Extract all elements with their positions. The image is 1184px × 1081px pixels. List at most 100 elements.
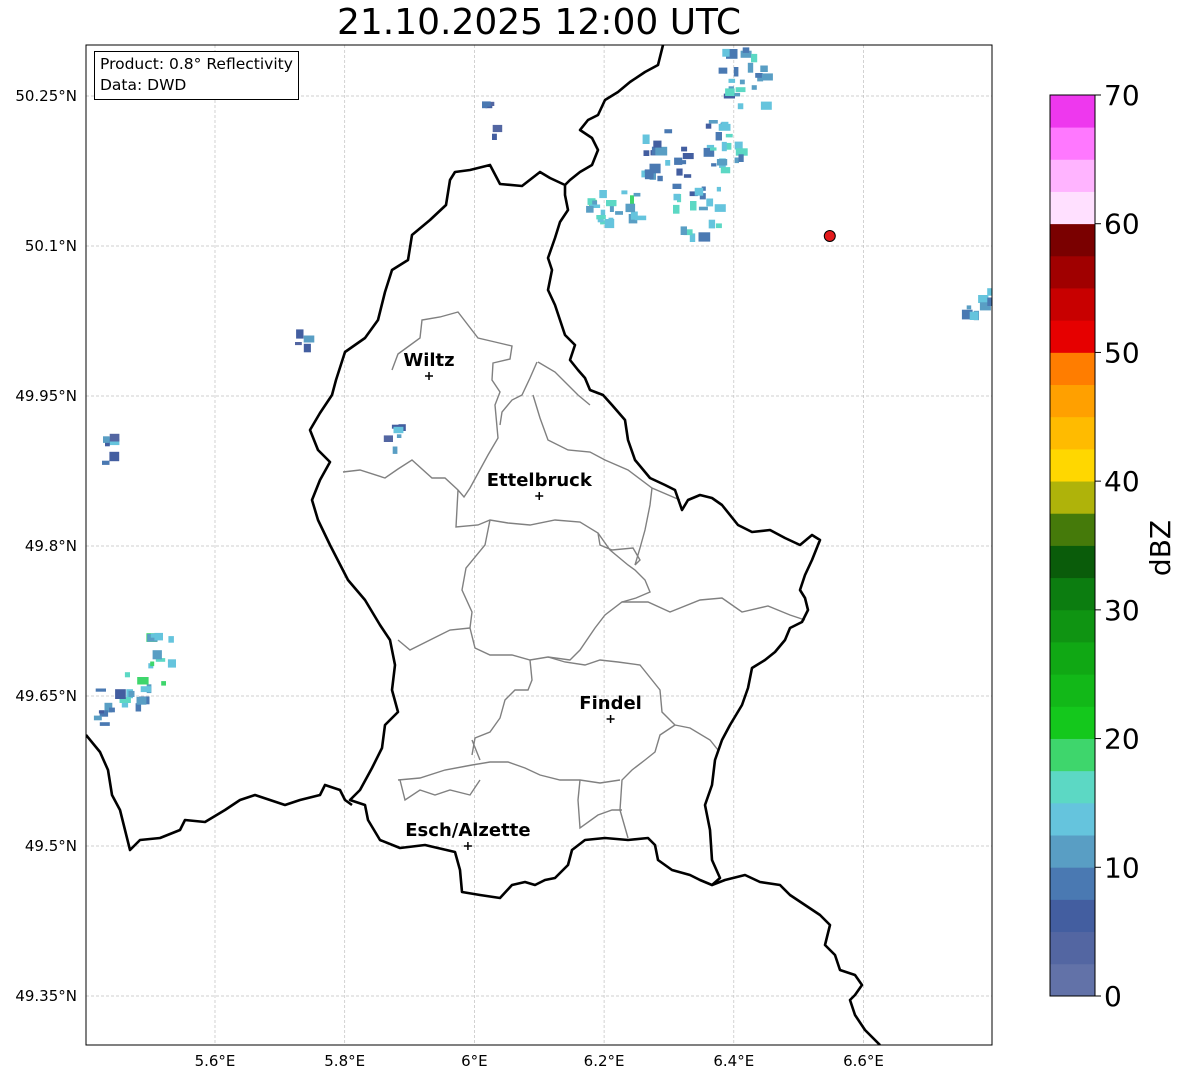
radar-echo-pixel — [681, 146, 688, 152]
radar-echo-pixel — [115, 689, 126, 699]
colorbar-segment — [1050, 481, 1095, 514]
radar-echo-pixel — [690, 201, 697, 211]
radar-echo-pixel — [392, 446, 398, 454]
radar-echo-pixel — [150, 661, 155, 667]
radar-echo-pixel — [715, 223, 722, 229]
lon-tick-label: 5.8°E — [324, 1052, 365, 1070]
colorbar-segment — [1050, 191, 1095, 225]
colorbar-segment — [1050, 642, 1095, 675]
radar-echo-pixel — [761, 73, 773, 81]
radar-echo-pixel — [95, 688, 106, 692]
radar-echo-pixel — [586, 205, 594, 213]
radar-echo-pixel — [755, 73, 763, 78]
radar-echo-pixel — [698, 206, 708, 211]
city-label: Esch/Alzette — [405, 820, 530, 841]
radar-echo-pixel — [109, 433, 120, 442]
radar-echo-pixel — [673, 204, 680, 214]
radar-echo-pixel — [644, 169, 654, 180]
radar-map: WiltzEttelbruckFindelEsch/Alzette 5.6°E 5… — [15, 44, 1177, 1070]
radar-echo-pixel — [722, 48, 730, 57]
radar-echo-pixel — [98, 710, 104, 714]
radar-echo-pixel — [728, 78, 736, 83]
radar-echo-pixel — [606, 200, 617, 207]
colorbar-tick-label: 50 — [1104, 336, 1140, 369]
radar-echo-pixel — [396, 434, 402, 438]
radar-echo-pixel — [161, 681, 166, 686]
radar-echo-pixel — [720, 167, 731, 174]
lat-tick-label: 49.5°N — [25, 837, 77, 855]
colorbar-segment — [1050, 127, 1095, 160]
radar-echo-pixel — [751, 85, 757, 90]
radar-echo-pixel — [621, 190, 628, 195]
colorbar-segment — [1050, 384, 1095, 418]
radar-echo-pixel — [718, 67, 728, 74]
radar-echo-pixel — [604, 219, 615, 229]
radar-echo-pixel — [683, 174, 692, 178]
lon-tick-label: 6.2°E — [584, 1052, 625, 1070]
radar-echo-pixel — [492, 133, 497, 140]
radar-echo-pixel — [643, 150, 650, 156]
lat-tick-label: 49.8°N — [25, 537, 77, 555]
radar-echo-pixel — [615, 211, 623, 215]
radar-echo-pixel — [674, 157, 683, 165]
radar-echo-pixel — [751, 53, 758, 63]
colorbar-segment — [1050, 95, 1095, 128]
radar-echo-pixel — [109, 707, 115, 713]
colorbar-tick-label: 0 — [1104, 980, 1122, 1013]
colorbar-segment — [1050, 159, 1095, 192]
lon-tick-label: 6°E — [461, 1052, 488, 1070]
radar-echo-pixel — [128, 690, 135, 697]
lat-tick-label: 49.65°N — [15, 687, 77, 705]
radar-echo-pixel — [987, 297, 992, 306]
radar-echo-pixel — [711, 163, 717, 167]
radar-echo-pixel — [716, 159, 728, 166]
radar-echo-pixel — [708, 219, 716, 229]
colorbar-segment — [1050, 899, 1095, 933]
radar-echo-pixel — [734, 157, 739, 164]
radar-echo-pixel — [725, 133, 733, 138]
colorbar-tick-label: 30 — [1104, 594, 1140, 627]
radar-echo-pixel — [625, 203, 636, 213]
radar-echo-pixel — [716, 186, 721, 192]
colorbar-tick-label: 10 — [1104, 851, 1140, 884]
lon-tick-label: 5.6°E — [195, 1052, 236, 1070]
colorbar-segment — [1050, 802, 1095, 836]
radar-echo-pixel — [303, 343, 311, 353]
radar-echo-pixel — [680, 226, 687, 235]
colorbar-label: dBZ — [1144, 520, 1177, 576]
colorbar-segment — [1050, 545, 1095, 579]
radar-echo-pixel — [698, 232, 711, 242]
radar-echo-pixel — [969, 311, 979, 320]
radar-echo-pixel — [710, 147, 717, 151]
radar-echo-pixel — [738, 154, 744, 162]
radar-echo-pixel — [634, 215, 647, 221]
colorbar-segment — [1050, 706, 1095, 739]
colorbar-segment — [1050, 931, 1095, 965]
colorbar-tick-label: 20 — [1104, 723, 1140, 756]
latitude-ticks: 50.25°N 50.1°N 49.95°N 49.8°N 49.65°N 49.5°N 4… — [15, 87, 77, 1005]
colorbar-segment — [1050, 288, 1095, 321]
radar-echo-pixel — [721, 141, 727, 152]
radar-echo-pixel — [168, 636, 174, 643]
radar-echo-pixel — [714, 204, 726, 212]
radar-echo-pixel — [630, 195, 634, 205]
product-info-box: Product: 0.8° Reflectivity Data: DWD — [94, 51, 299, 100]
radar-echo-pixel — [721, 121, 729, 127]
radar-echo-pixel — [694, 187, 704, 196]
radar-echo-pixel — [93, 715, 102, 721]
radar-echo-pixel — [978, 295, 989, 303]
radar-echo-pixel — [154, 632, 163, 641]
colorbar-segment — [1050, 963, 1095, 997]
colorbar-segment — [1050, 674, 1095, 707]
radar-echo-pixel — [673, 193, 681, 201]
lat-tick-label: 50.25°N — [15, 87, 77, 105]
city-label: Findel — [579, 693, 642, 714]
radar-echo-pixel — [706, 198, 714, 207]
radar-echo-pixel — [633, 192, 641, 197]
radar-echo-pixel — [596, 215, 606, 220]
radar-echo-pixel — [742, 47, 750, 53]
radar-echo-pixel — [103, 436, 110, 443]
colorbar-segment — [1050, 352, 1095, 386]
radar-echo-pixel — [715, 132, 722, 141]
colorbar-tick-label: 60 — [1104, 208, 1140, 241]
